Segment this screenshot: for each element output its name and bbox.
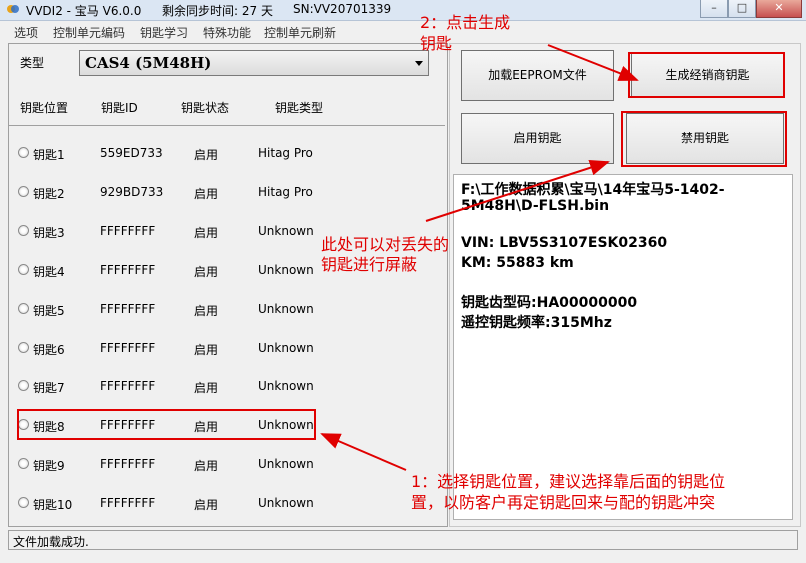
annotation-step1-line2: 置，以防客户再定钥匙回来与配的钥匙冲突 [411, 493, 716, 512]
arrow-to-generate-key [547, 44, 639, 81]
arrow-to-key8 [320, 433, 407, 471]
annotation-mask-line2: 钥匙进行屏蔽 [321, 255, 418, 274]
arrow-to-disable-key [425, 159, 610, 222]
annotation-step2-line2: 钥匙 [420, 34, 453, 53]
